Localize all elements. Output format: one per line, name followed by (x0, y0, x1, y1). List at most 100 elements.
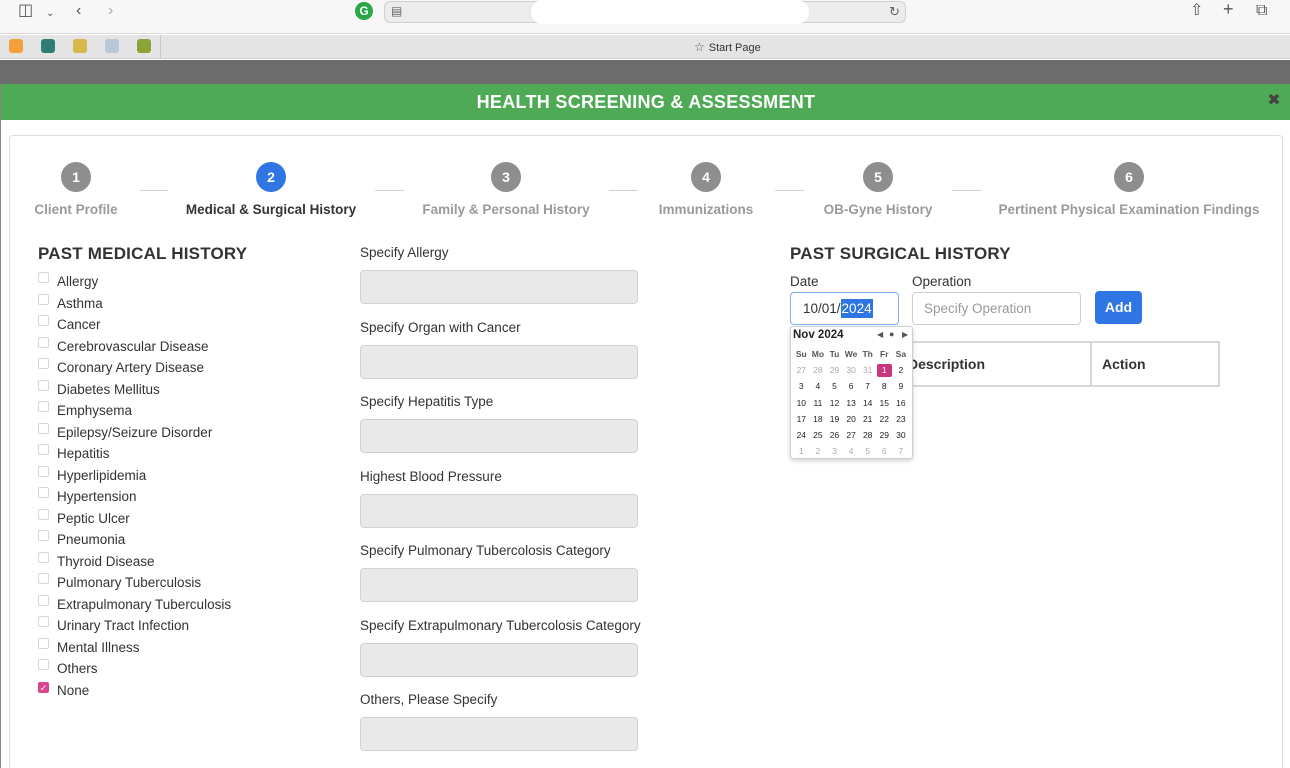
calendar-day[interactable]: 6 (876, 443, 893, 459)
calendar-day[interactable]: 25 (810, 427, 827, 443)
checklist-item[interactable]: Urinary Tract Infection (38, 615, 231, 637)
chevron-down-icon[interactable]: ⌄ (46, 6, 54, 22)
calendar-day[interactable]: 29 (876, 427, 893, 443)
favicon-icon[interactable] (105, 39, 119, 53)
calendar-day[interactable]: 19 (826, 411, 843, 427)
checklist-item[interactable]: Thyroid Disease (38, 551, 231, 573)
forward-icon[interactable]: › (108, 3, 113, 19)
checkbox[interactable] (38, 487, 49, 499)
checklist-item[interactable]: Cancer (38, 314, 231, 336)
checkbox[interactable] (38, 573, 49, 585)
calendar-day[interactable]: 20 (843, 411, 860, 427)
checkbox[interactable] (38, 401, 49, 413)
specify-field-input[interactable] (360, 717, 638, 751)
calendar-day[interactable]: 3 (793, 378, 810, 394)
calendar-day[interactable]: 14 (859, 395, 876, 411)
checklist-item[interactable]: Peptic Ulcer (38, 508, 231, 530)
next-month-icon[interactable]: ▶ (902, 330, 908, 339)
calendar-day[interactable]: 9 (893, 378, 910, 394)
grammarly-icon[interactable]: G (355, 2, 373, 20)
checklist-item[interactable]: Extrapulmonary Tuberculosis (38, 594, 231, 616)
checkbox[interactable] (38, 315, 49, 327)
calendar-day[interactable]: 2 (810, 443, 827, 459)
specify-field-input[interactable] (360, 419, 638, 453)
calendar-day[interactable]: 3 (826, 443, 843, 459)
calendar-day[interactable]: 22 (876, 411, 893, 427)
checkbox[interactable] (38, 293, 49, 305)
calendar-day[interactable]: 29 (826, 362, 843, 378)
checkbox[interactable] (38, 616, 49, 628)
checkbox[interactable] (38, 358, 49, 370)
checkbox[interactable] (38, 637, 49, 649)
checklist-item[interactable]: Hypertension (38, 486, 231, 508)
calendar-day[interactable]: 31 (859, 362, 876, 378)
calendar-day[interactable]: 27 (793, 362, 810, 378)
calendar-day[interactable]: 11 (810, 395, 827, 411)
favicon-icon[interactable] (73, 39, 87, 53)
specify-field-input[interactable] (360, 568, 638, 602)
checkbox[interactable] (38, 336, 49, 348)
calendar-day[interactable]: 2 (893, 362, 910, 378)
checklist-item[interactable]: Hyperlipidemia (38, 465, 231, 487)
checkbox[interactable] (38, 465, 49, 477)
calendar-day[interactable]: 17 (793, 411, 810, 427)
prev-month-icon[interactable]: ◀ (877, 330, 883, 339)
calendar-day[interactable]: 7 (859, 378, 876, 394)
checkbox[interactable] (38, 379, 49, 391)
sidebar-toggle-icon[interactable]: ◫ (18, 3, 33, 19)
checkbox[interactable] (38, 272, 49, 284)
operation-input[interactable]: Specify Operation (912, 292, 1081, 325)
checklist-item[interactable]: Others (38, 658, 231, 680)
step-4[interactable]: 4 Immunizations (659, 162, 753, 217)
calendar-day[interactable]: 4 (843, 443, 860, 459)
calendar-day[interactable]: 5 (859, 443, 876, 459)
calendar-day[interactable]: 21 (859, 411, 876, 427)
calendar-day[interactable]: 7 (893, 443, 910, 459)
calendar-day[interactable]: 28 (810, 362, 827, 378)
checkbox[interactable] (38, 551, 49, 563)
today-dot-icon[interactable]: ● (889, 329, 894, 339)
checkbox[interactable] (38, 659, 49, 671)
step-3[interactable]: 3 Family & Personal History (422, 162, 590, 217)
selected-day[interactable]: 1 (876, 362, 893, 378)
checklist-item[interactable]: Pulmonary Tuberculosis (38, 572, 231, 594)
share-icon[interactable]: ⇧ (1190, 3, 1203, 19)
checklist-item[interactable]: Asthma (38, 293, 231, 315)
back-icon[interactable]: ‹ (76, 3, 81, 19)
date-input[interactable]: 10/01/2024 (790, 292, 899, 325)
calendar-day[interactable]: 23 (893, 411, 910, 427)
step-2[interactable]: 2 Medical & Surgical History (186, 162, 356, 217)
checklist-item[interactable]: Emphysema (38, 400, 231, 422)
checklist-item[interactable]: Diabetes Mellitus (38, 379, 231, 401)
calendar-day[interactable]: 24 (793, 427, 810, 443)
specify-field-input[interactable] (360, 493, 638, 528)
address-bar[interactable]: ▤ ↻ (384, 0, 906, 24)
new-tab-icon[interactable]: + (1223, 0, 1234, 18)
calendar-day[interactable]: 16 (893, 395, 910, 411)
calendar-day[interactable]: 27 (843, 427, 860, 443)
calendar-day[interactable]: 5 (826, 378, 843, 394)
calendar-day[interactable]: 12 (826, 395, 843, 411)
calendar-day[interactable]: 15 (876, 395, 893, 411)
checklist-item[interactable]: ✓ None (38, 680, 231, 702)
checkbox[interactable] (38, 530, 49, 542)
step-5[interactable]: 5 OB-Gyne History (824, 162, 932, 217)
checklist-item[interactable]: Pneumonia (38, 529, 231, 551)
close-icon[interactable]: ✖ (1267, 93, 1281, 109)
checklist-item[interactable]: Epilepsy/Seizure Disorder (38, 422, 231, 444)
checkbox[interactable] (38, 422, 49, 434)
calendar-day[interactable]: 28 (859, 427, 876, 443)
checkbox[interactable] (38, 444, 49, 456)
favicon-icon[interactable] (41, 39, 55, 53)
checklist-item[interactable]: Mental Illness (38, 637, 231, 659)
calendar-day[interactable]: 10 (793, 395, 810, 411)
checklist-item[interactable]: Allergy (38, 271, 231, 293)
calendar-day[interactable]: 30 (843, 362, 860, 378)
reload-icon[interactable]: ↻ (889, 4, 900, 20)
favicon-icon[interactable] (9, 39, 23, 53)
checkbox[interactable] (38, 508, 49, 520)
calendar-day[interactable]: 8 (876, 378, 893, 394)
calendar-day[interactable]: 18 (810, 411, 827, 427)
add-button[interactable]: Add (1095, 291, 1142, 324)
specify-field-input[interactable] (360, 270, 638, 304)
